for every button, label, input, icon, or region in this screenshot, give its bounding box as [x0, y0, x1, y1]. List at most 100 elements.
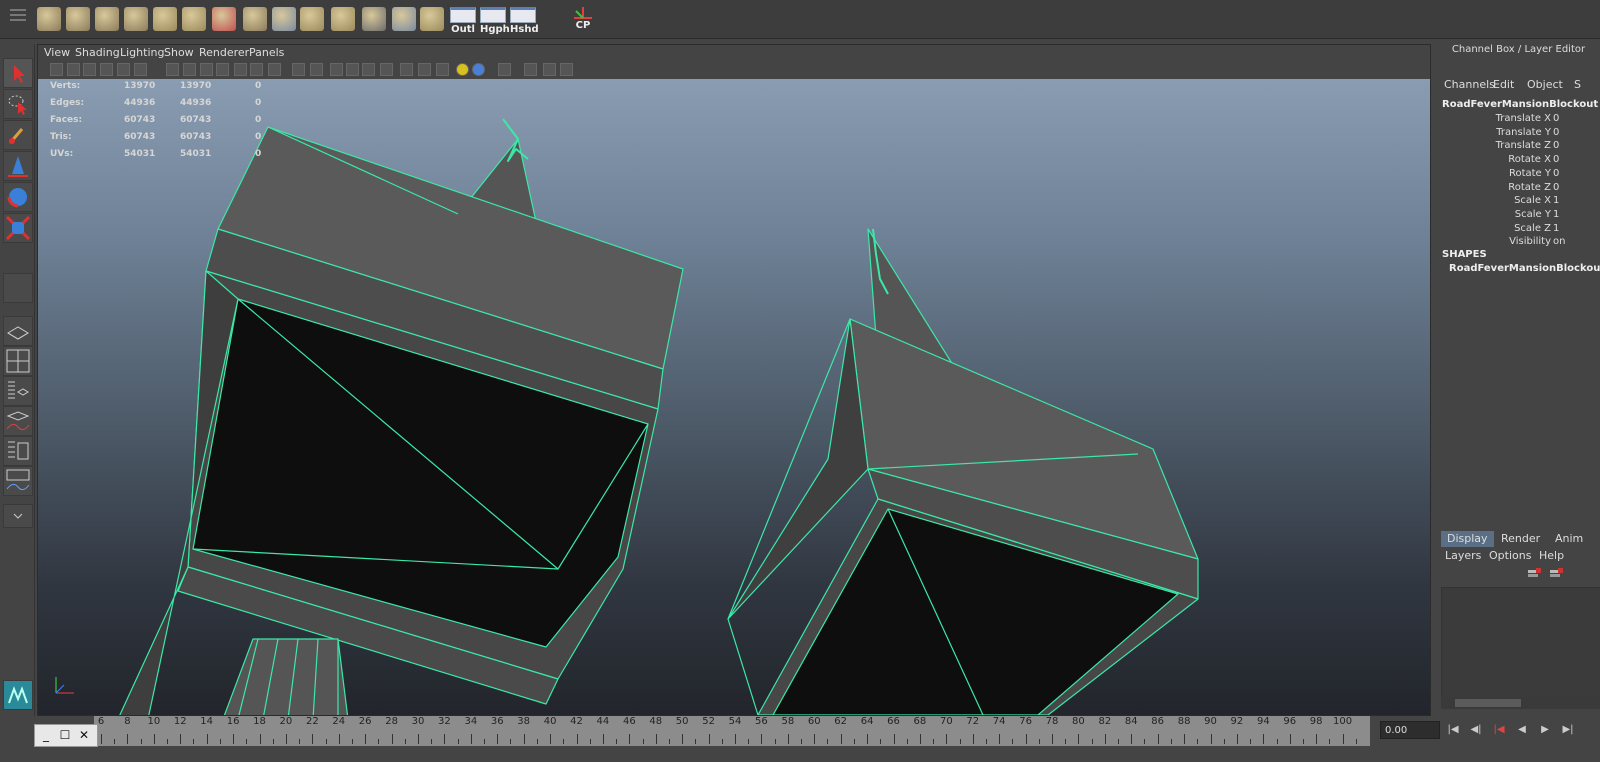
merge-icon[interactable] — [392, 7, 416, 31]
step-back-key-icon[interactable]: ◀| — [1468, 722, 1484, 738]
viewport-toolbar-icon[interactable] — [268, 63, 281, 76]
viewport-toolbar-icon[interactable] — [67, 63, 80, 76]
new-selected-layer-icon[interactable] — [1549, 567, 1565, 584]
viewport-toolbar-icon[interactable] — [362, 63, 375, 76]
append-polygon-icon[interactable] — [300, 7, 324, 31]
maximize-icon[interactable]: ☐ — [56, 727, 74, 743]
layer-scrollbar[interactable] — [1441, 697, 1600, 709]
play-forwards-icon[interactable]: ▶ — [1537, 722, 1553, 738]
viewport-toolbar-icon[interactable] — [330, 63, 343, 76]
scale-tool-icon[interactable] — [3, 213, 33, 243]
poly-pipe-icon[interactable] — [124, 7, 148, 31]
current-frame-field[interactable]: 0.00 — [1380, 721, 1440, 739]
poly-cylinder-icon[interactable] — [95, 7, 119, 31]
uv-layout-icon[interactable] — [420, 7, 444, 31]
viewport-toolbar-icon[interactable] — [166, 63, 179, 76]
channel-attribute[interactable]: Rotate Y0 — [1437, 168, 1600, 181]
channel-attribute[interactable]: Scale Z1 — [1437, 223, 1600, 236]
poly-plane-icon[interactable] — [153, 7, 177, 31]
viewport-toolbar-icon[interactable] — [117, 63, 130, 76]
options-menu[interactable]: Options — [1489, 549, 1531, 562]
tab-render[interactable]: Render — [1495, 531, 1546, 547]
viewport-toolbar-icon[interactable] — [310, 63, 323, 76]
channel-attribute[interactable]: Translate X0 — [1437, 113, 1600, 126]
viewport-menu-lighting[interactable]: Lighting — [120, 46, 164, 59]
shelf-grip-icon[interactable] — [8, 6, 28, 34]
attribute-value[interactable]: 0 — [1553, 113, 1559, 124]
split-polygon-icon[interactable] — [331, 7, 355, 31]
new-layer-icon[interactable] — [1527, 567, 1543, 584]
minimize-icon[interactable]: _ — [37, 727, 55, 743]
persp-graph-layout-icon[interactable] — [3, 406, 33, 436]
viewport-toolbar-icon[interactable] — [346, 63, 359, 76]
attribute-value[interactable]: on — [1553, 236, 1565, 247]
channel-attribute[interactable]: Rotate Z0 — [1437, 182, 1600, 195]
viewport-toolbar-icon[interactable] — [380, 63, 393, 76]
attribute-value[interactable]: 0 — [1553, 182, 1559, 193]
time-slider[interactable]: 6 8 10 12 14 16 18 20 22 24 26 28 30 32 34 36 38 40 42 44 46… — [0, 716, 1376, 746]
hypergraph-button[interactable]: Hgph — [480, 7, 510, 35]
go-to-start-icon[interactable]: |◀ — [1445, 722, 1461, 738]
viewport-menu-view[interactable]: View — [44, 46, 70, 59]
viewport-toolbar-icon[interactable] — [83, 63, 96, 76]
bridge-icon[interactable] — [272, 7, 296, 31]
attribute-value[interactable]: 0 — [1553, 127, 1559, 138]
bevel-icon[interactable] — [243, 7, 267, 31]
perspective-viewport[interactable]: View Shading Lighting Show Renderer Panels — [37, 44, 1431, 716]
channel-attribute[interactable]: Rotate X0 — [1437, 154, 1600, 167]
viewport-toolbar-icon[interactable] — [524, 63, 537, 76]
layer-list[interactable] — [1441, 587, 1600, 699]
viewport-toolbar-icon[interactable] — [543, 63, 556, 76]
viewport-toolbar-icon[interactable] — [418, 63, 431, 76]
hypershade-button[interactable]: Hshd — [510, 7, 539, 35]
channel-attribute[interactable]: Translate Y0 — [1437, 127, 1600, 140]
channel-attribute[interactable]: Scale Y1 — [1437, 209, 1600, 222]
viewport-menu-shading[interactable]: Shading — [75, 46, 120, 59]
four-view-layout-icon[interactable] — [3, 346, 33, 376]
attribute-value[interactable]: 0 — [1553, 154, 1559, 165]
channel-attribute[interactable]: Translate Z0 — [1437, 140, 1600, 153]
channel-box-menu-1[interactable]: Edit — [1493, 78, 1514, 91]
viewport-toolbar-icon[interactable] — [456, 63, 469, 76]
viewport-toolbar-icon[interactable] — [216, 63, 229, 76]
poly-cone-icon[interactable] — [212, 7, 236, 31]
attribute-value[interactable]: 1 — [1553, 195, 1559, 206]
channel-box-menu-3[interactable]: S — [1574, 78, 1581, 91]
center-pivot-button[interactable]: CP — [570, 7, 596, 34]
graph-editor-layout-icon[interactable] — [3, 466, 33, 496]
last-tool-slot[interactable] — [3, 273, 33, 303]
layers-menu[interactable]: Layers — [1445, 549, 1481, 562]
shape-node-name[interactable]: RoadFeverMansionBlockoutShape — [1449, 263, 1600, 274]
paint-select-tool-icon[interactable] — [3, 120, 33, 150]
poly-extrude-icon[interactable] — [182, 7, 206, 31]
viewport-menu-panels[interactable]: Panels — [249, 46, 284, 59]
lasso-tool-icon[interactable] — [3, 89, 33, 119]
viewport-scene[interactable]: Verts: 13970 13970 0 Edges: 44936 44936 0 Faces:… — [38, 79, 1430, 715]
viewport-toolbar-icon[interactable] — [498, 63, 511, 76]
viewport-menu-show[interactable]: Show — [164, 46, 194, 59]
viewport-toolbar-icon[interactable] — [234, 63, 247, 76]
layout-menu-icon[interactable] — [3, 504, 33, 528]
attribute-value[interactable]: 1 — [1553, 209, 1559, 220]
viewport-toolbar-icon[interactable] — [200, 63, 213, 76]
play-backwards-icon[interactable]: ◀ — [1514, 722, 1530, 738]
selected-object-name[interactable]: RoadFeverMansionBlockout — [1442, 99, 1598, 110]
attribute-value[interactable]: 0 — [1553, 168, 1559, 179]
viewport-toolbar-icon[interactable] — [560, 63, 573, 76]
outliner-button[interactable]: Outl — [450, 7, 476, 35]
step-back-frame-icon[interactable]: |◀ — [1491, 722, 1507, 738]
viewport-toolbar-icon[interactable] — [250, 63, 263, 76]
attribute-value[interactable]: 0 — [1553, 140, 1559, 151]
poly-sphere-icon[interactable] — [66, 7, 90, 31]
viewport-toolbar-icon[interactable] — [50, 63, 63, 76]
viewport-toolbar-icon[interactable] — [100, 63, 113, 76]
soccer-ball-icon[interactable] — [362, 7, 386, 31]
hypershade-layout-icon[interactable] — [3, 436, 33, 466]
single-perspective-layout-icon[interactable] — [3, 316, 33, 346]
viewport-toolbar-icon[interactable] — [134, 63, 147, 76]
channel-box-menu-0[interactable]: Channels — [1444, 78, 1495, 91]
poly-cube-icon[interactable] — [37, 7, 61, 31]
close-icon[interactable]: ✕ — [75, 727, 93, 743]
viewport-toolbar-icon[interactable] — [183, 63, 196, 76]
select-tool-icon[interactable] — [3, 58, 33, 88]
